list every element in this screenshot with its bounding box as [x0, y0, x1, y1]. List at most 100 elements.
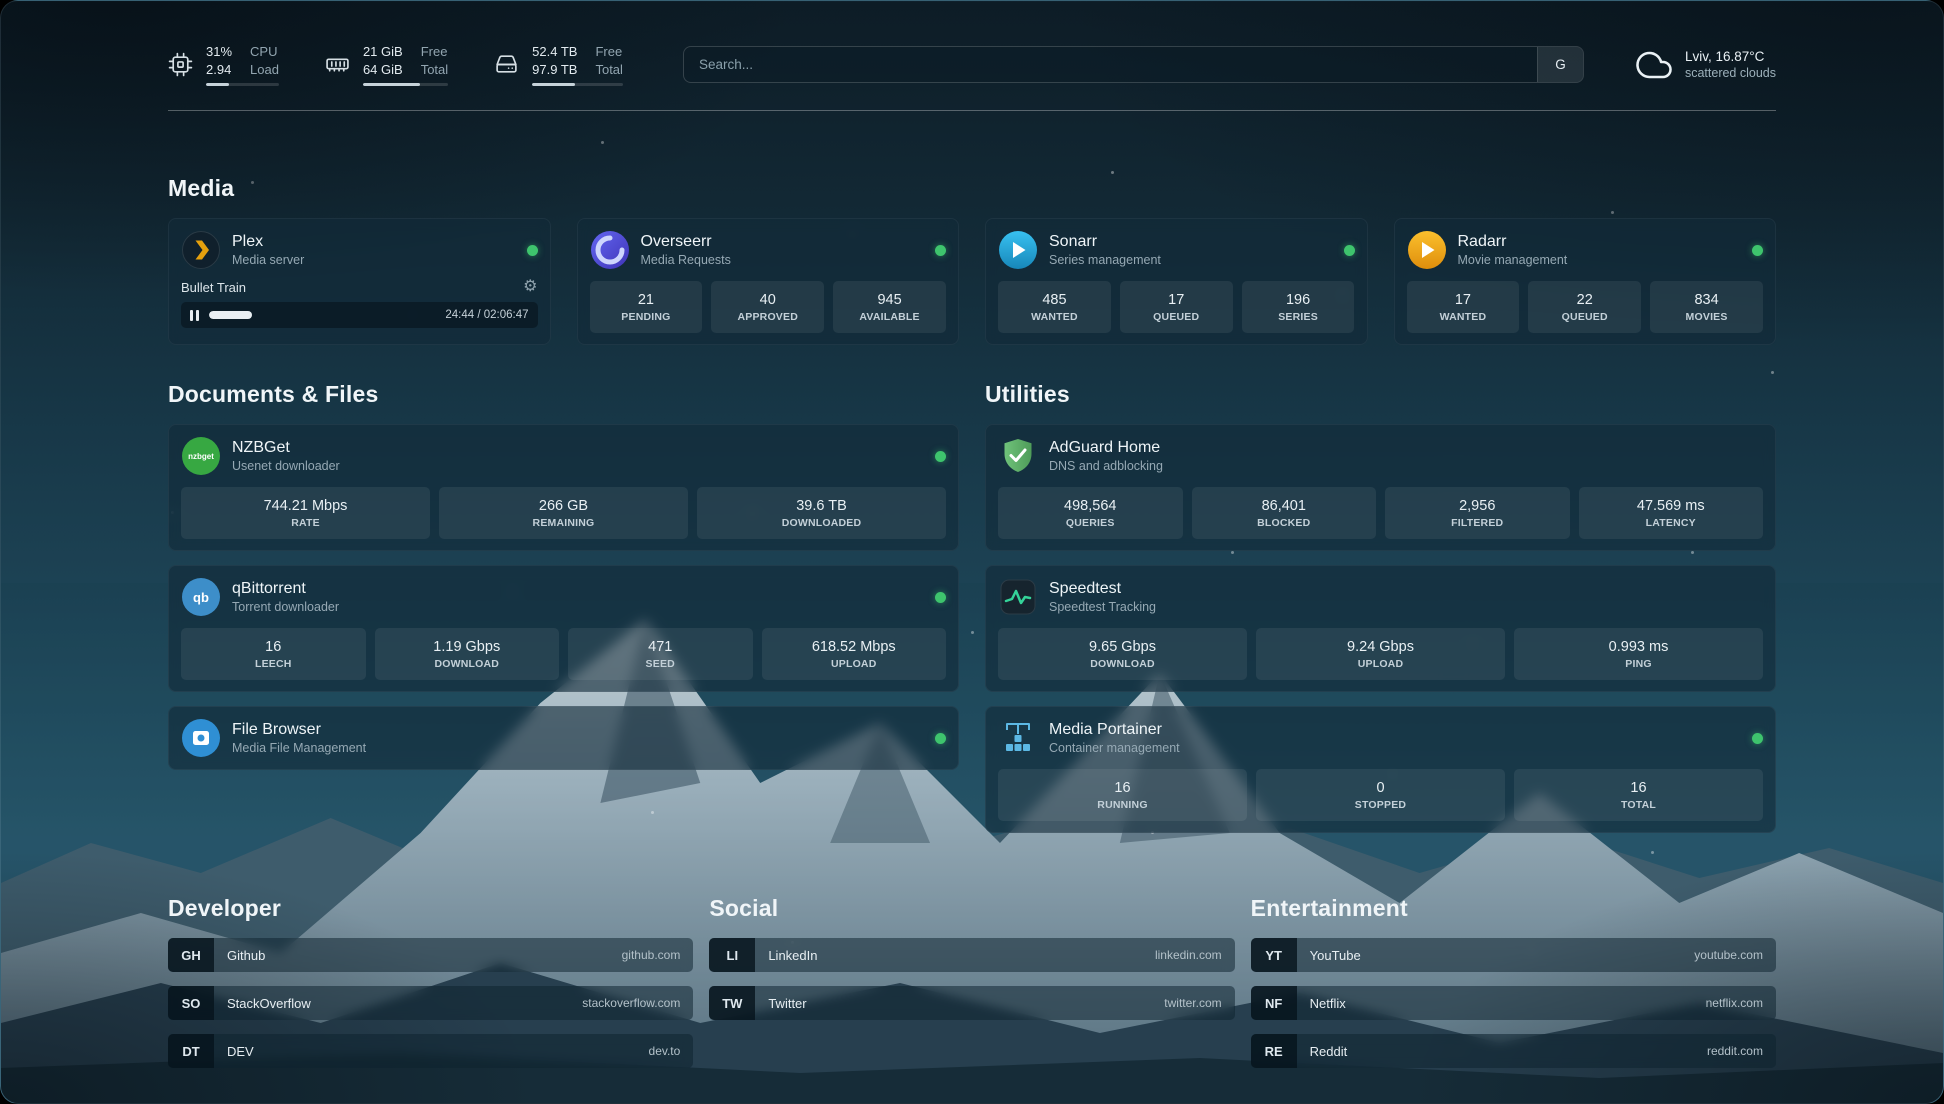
- stat-label: WANTED: [1031, 311, 1078, 323]
- service-subtitle: Media File Management: [232, 741, 366, 755]
- stat-leech: 16 LEECH: [181, 628, 366, 680]
- bookmark-url: netflix.com: [1706, 996, 1763, 1010]
- stat-wanted: 17 WANTED: [1407, 281, 1520, 333]
- svg-text:nzbget: nzbget: [188, 452, 214, 461]
- bookmark-stackoverflow[interactable]: SO StackOverflow stackoverflow.com: [168, 986, 693, 1020]
- bookmark-url: twitter.com: [1164, 996, 1221, 1010]
- service-card-adguard[interactable]: AdGuard Home DNS and adblocking 498,564 …: [985, 424, 1776, 551]
- stat-value: 21: [638, 292, 654, 308]
- bookmark-reddit[interactable]: RE Reddit reddit.com: [1251, 1034, 1776, 1068]
- stat-value: 86,401: [1262, 498, 1306, 514]
- stat-download: 9.65 Gbps DOWNLOAD: [998, 628, 1247, 680]
- stat-value: 196: [1286, 292, 1310, 308]
- stat-value: 16: [265, 639, 281, 655]
- status-dot: [935, 733, 946, 744]
- bookmark-url: reddit.com: [1707, 1044, 1763, 1058]
- service-subtitle: Usenet downloader: [232, 459, 340, 473]
- playback-progressbar: [209, 311, 435, 319]
- service-card-qbittorrent[interactable]: qb qBittorrent Torrent downloader 16 LEE…: [168, 565, 959, 692]
- search-input[interactable]: [684, 47, 1537, 82]
- cpu-icon: [168, 52, 193, 77]
- status-dot: [1752, 733, 1763, 744]
- stat-label: DOWNLOAD: [1090, 658, 1155, 670]
- memory-free-value: 21 GiB: [363, 43, 403, 61]
- bookmark-abbr: RE: [1251, 1034, 1297, 1068]
- service-card-speedtest[interactable]: Speedtest Speedtest Tracking 9.65 Gbps D…: [985, 565, 1776, 692]
- cpu-progressbar: [206, 83, 279, 86]
- pause-icon: [190, 310, 199, 321]
- service-name: Media Portainer: [1049, 721, 1180, 739]
- stat-value: 485: [1042, 292, 1066, 308]
- cloud-icon: [1636, 47, 1672, 83]
- stat-available: 945 AVAILABLE: [833, 281, 946, 333]
- status-dot: [935, 451, 946, 462]
- now-playing-title: Bullet Train: [181, 280, 246, 295]
- service-name: Overseerr: [641, 233, 731, 251]
- service-subtitle: Movie management: [1458, 253, 1568, 267]
- service-card-overseerr[interactable]: Overseerr Media Requests 21 PENDING 40 A…: [577, 218, 960, 345]
- service-card-portainer[interactable]: Media Portainer Container management 16 …: [985, 706, 1776, 833]
- disk-total-label: Total: [595, 61, 622, 79]
- stat-value: 22: [1577, 292, 1593, 308]
- service-card-radarr[interactable]: Radarr Movie management 17 WANTED 22 QUE…: [1394, 218, 1777, 345]
- bookmark-group-entertainment: Entertainment YT YouTube youtube.com NF …: [1251, 895, 1776, 1082]
- service-card-filebrowser[interactable]: File Browser Media File Management: [168, 706, 959, 770]
- service-subtitle: Media Requests: [641, 253, 731, 267]
- dashboard-window: 31% 2.94 CPU Load: [0, 0, 1944, 1104]
- stat-value: 945: [877, 292, 901, 308]
- service-name: AdGuard Home: [1049, 439, 1163, 457]
- stat-upload: 618.52 Mbps UPLOAD: [762, 628, 947, 680]
- stat-label: TOTAL: [1621, 799, 1656, 811]
- section-documents-files: Documents & Files nzbget NZBGet Usenet d…: [168, 381, 959, 770]
- bookmark-url: github.com: [622, 948, 681, 962]
- service-subtitle: Container management: [1049, 741, 1180, 755]
- search-provider-button[interactable]: G: [1537, 47, 1583, 82]
- bookmark-group-social: Social LI LinkedIn linkedin.com TW Twitt…: [709, 895, 1234, 1034]
- stat-label: STOPPED: [1355, 799, 1406, 811]
- stat-value: 0: [1376, 780, 1384, 796]
- bookmark-name: Twitter: [768, 996, 806, 1011]
- service-subtitle: Speedtest Tracking: [1049, 600, 1156, 614]
- service-card-nzbget[interactable]: nzbget NZBGet Usenet downloader 744.21 M…: [168, 424, 959, 551]
- stat-label: LATENCY: [1646, 517, 1696, 529]
- bookmark-name: DEV: [227, 1044, 254, 1059]
- stat-label: RUNNING: [1097, 799, 1147, 811]
- bookmark-name: Netflix: [1310, 996, 1346, 1011]
- status-dot: [527, 245, 538, 256]
- bookmark-name: Github: [227, 948, 265, 963]
- bookmark-youtube[interactable]: YT YouTube youtube.com: [1251, 938, 1776, 972]
- stat-blocked: 86,401 BLOCKED: [1192, 487, 1377, 539]
- bookmark-url: dev.to: [649, 1044, 681, 1058]
- memory-total-value: 64 GiB: [363, 61, 403, 79]
- stat-value: 0.993 ms: [1609, 639, 1669, 655]
- stat-label: DOWNLOADED: [782, 517, 862, 529]
- weather-condition: scattered clouds: [1685, 66, 1776, 80]
- header-divider: [168, 110, 1776, 111]
- memory-progressbar: [363, 83, 448, 86]
- service-card-sonarr[interactable]: Sonarr Series management 485 WANTED 17 Q…: [985, 218, 1368, 345]
- service-card-plex[interactable]: Plex Media server Bullet Train ⚙ 24:44 /…: [168, 218, 551, 345]
- cpu-percent: 31%: [206, 43, 232, 61]
- status-dot: [935, 592, 946, 603]
- stat-seed: 471 SEED: [568, 628, 753, 680]
- bookmark-name: YouTube: [1310, 948, 1361, 963]
- bookmark-netflix[interactable]: NF Netflix netflix.com: [1251, 986, 1776, 1020]
- service-name: Plex: [232, 233, 304, 251]
- service-subtitle: Media server: [232, 253, 304, 267]
- bookmark-url: stackoverflow.com: [582, 996, 680, 1010]
- stat-label: MOVIES: [1686, 311, 1728, 323]
- nzbget-icon: nzbget: [181, 436, 221, 476]
- cpu-load-value: 2.94: [206, 61, 232, 79]
- stat-label: QUEUED: [1153, 311, 1199, 323]
- qbittorrent-icon: qb: [181, 577, 221, 617]
- stat-approved: 40 APPROVED: [711, 281, 824, 333]
- bookmark-twitter[interactable]: TW Twitter twitter.com: [709, 986, 1234, 1020]
- bookmark-linkedin[interactable]: LI LinkedIn linkedin.com: [709, 938, 1234, 972]
- bookmark-github[interactable]: GH Github github.com: [168, 938, 693, 972]
- gear-icon[interactable]: ⚙: [523, 279, 537, 295]
- sonarr-icon: [998, 230, 1038, 270]
- bookmark-dev[interactable]: DT DEV dev.to: [168, 1034, 693, 1068]
- stat-movies: 834 MOVIES: [1650, 281, 1763, 333]
- stat-label: WANTED: [1440, 311, 1487, 323]
- stat-label: AVAILABLE: [859, 311, 919, 323]
